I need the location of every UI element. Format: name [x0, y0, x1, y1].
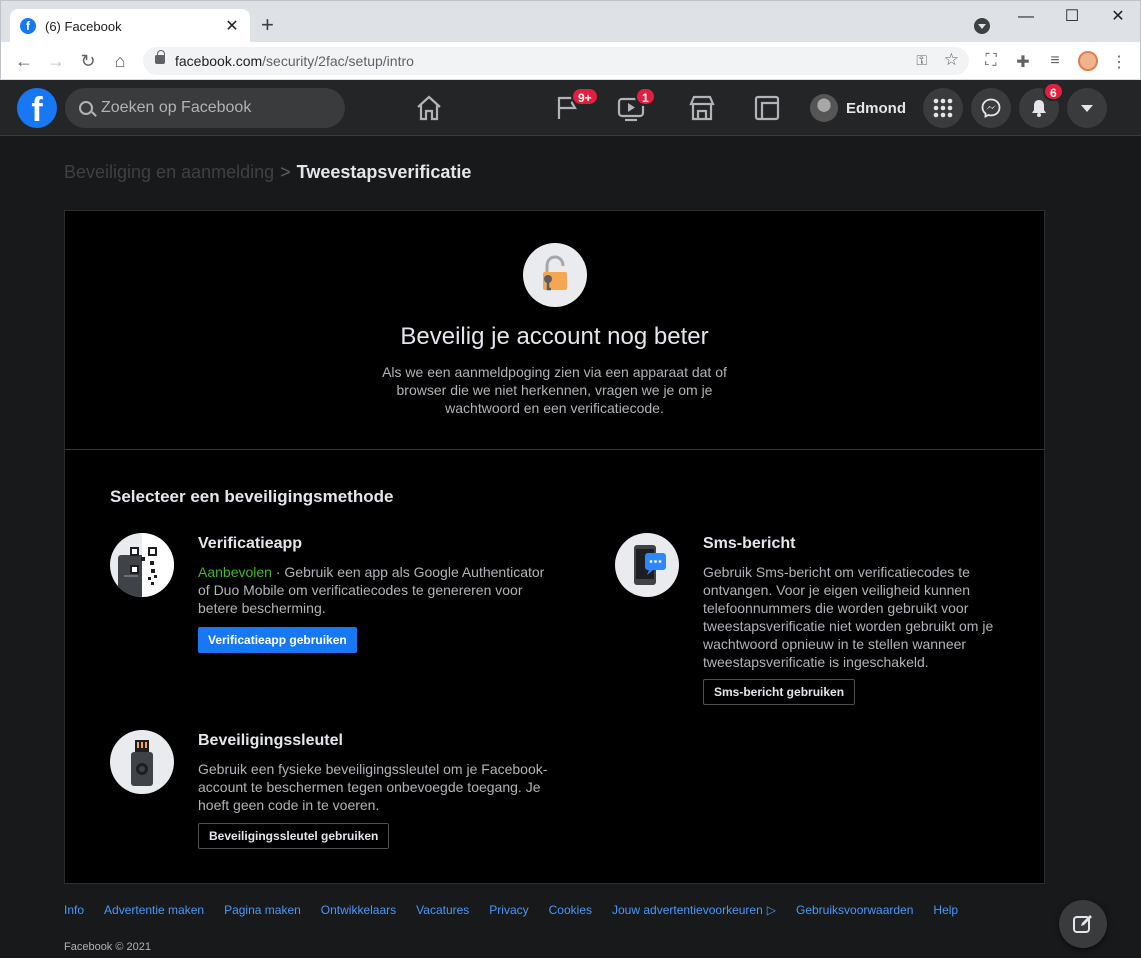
marketplace-icon[interactable]: [686, 92, 718, 124]
recommended-label: Aanbevolen: [198, 564, 272, 580]
two-factor-card: Beveilig je account nog beter Als we een…: [64, 210, 1045, 884]
footer-link-terms[interactable]: Gebruiksvoorwaarden: [796, 903, 913, 917]
tab-search-icon[interactable]: [974, 18, 990, 34]
footer-link-help[interactable]: Help: [933, 903, 958, 917]
menu-grid-button[interactable]: [923, 88, 963, 128]
user-name: Edmond: [846, 99, 906, 117]
extensions-icon[interactable]: ✚: [1013, 52, 1033, 72]
home-icon[interactable]: ⌂: [109, 50, 131, 72]
messenger-button[interactable]: [971, 88, 1011, 128]
footer-link-developers[interactable]: Ontwikkelaars: [321, 903, 396, 917]
breadcrumb-current: Tweestapsverificatie: [296, 162, 472, 182]
reading-list-icon[interactable]: ≡: [1045, 52, 1065, 70]
url-text[interactable]: facebook.com/security/2fac/setup/intro: [175, 53, 414, 69]
lock-icon[interactable]: [155, 50, 165, 64]
tab-title: (6) Facebook: [45, 18, 122, 34]
watch-badge: 1: [635, 87, 656, 106]
pages-badge: 9+: [571, 87, 599, 106]
browser-toolbar: ← → ↻ ⌂ facebook.com/security/2fac/setup…: [0, 42, 1141, 80]
breadcrumb: Beveiliging en aanmelding > Tweestapsverif…: [64, 162, 471, 183]
authenticator-app-description: Aanbevolen · Gebruik een app als Google …: [198, 564, 545, 616]
gaming-icon[interactable]: [751, 92, 783, 124]
ad-choices-icon[interactable]: ▷: [767, 903, 776, 917]
user-profile-chip[interactable]: Edmond: [810, 92, 906, 124]
footer-links: Info Advertentie maken Pagina maken Ontw…: [64, 903, 978, 917]
bell-icon: [1032, 100, 1046, 117]
user-avatar: [810, 94, 838, 122]
account-menu-button[interactable]: [1067, 88, 1107, 128]
copyright: Facebook © 2021: [64, 941, 151, 953]
screenshot-icon[interactable]: ⛶: [981, 52, 1001, 70]
address-bar[interactable]: facebook.com/security/2fac/setup/intro ⚿…: [143, 47, 969, 75]
method-authenticator-app: Verificatieapp Aanbevolen · Gebruik een …: [110, 533, 570, 653]
maximize-icon[interactable]: ☐: [1049, 7, 1095, 27]
hero-title: Beveilig je account nog beter: [400, 323, 709, 350]
breadcrumb-parent[interactable]: Beveiliging en aanmelding: [64, 162, 274, 182]
sms-title: Sms-bericht: [703, 535, 796, 552]
search-icon: [79, 101, 93, 115]
back-icon[interactable]: ←: [13, 50, 35, 72]
phone-message-icon: [615, 533, 679, 597]
footer-link-careers[interactable]: Vacatures: [416, 903, 469, 917]
new-tab-icon[interactable]: +: [261, 14, 274, 36]
divider: [65, 449, 1044, 450]
facebook-search[interactable]: [65, 88, 345, 128]
notifications-badge: 6: [1043, 82, 1064, 101]
window-close-icon[interactable]: ✕: [1095, 7, 1141, 27]
select-method-title: Selecteer een beveiligingsmethode: [110, 487, 394, 506]
key-icon[interactable]: ⚿: [916, 52, 927, 69]
method-security-key: Beveiligingssleutel Gebruik een fysieke …: [110, 730, 570, 850]
browser-tab[interactable]: f (6) Facebook ✕: [10, 9, 250, 43]
new-message-button[interactable]: [1059, 900, 1107, 948]
home-nav-icon[interactable]: [413, 92, 445, 124]
use-authenticator-app-button[interactable]: Verificatieapp gebruiken: [198, 627, 357, 653]
facebook-favicon-icon: f: [20, 18, 36, 34]
hero-description: Als we een aanmeldpoging zien via een ap…: [382, 364, 727, 416]
page-scrollbar[interactable]: [1128, 136, 1141, 958]
compose-icon: [1073, 915, 1092, 933]
facebook-logo-icon[interactable]: f: [17, 88, 57, 128]
use-sms-button[interactable]: Sms-bericht gebruiken: [703, 679, 856, 705]
tab-close-icon[interactable]: ✕: [224, 16, 240, 36]
security-key-description: Gebruik een fysieke beveiligingssleutel …: [198, 761, 548, 813]
use-security-key-button[interactable]: Beveiligingssleutel gebruiken: [198, 823, 390, 849]
usb-key-icon: [110, 730, 174, 794]
footer-link-create-ad[interactable]: Advertentie maken: [104, 903, 204, 917]
qr-phone-icon: [110, 533, 174, 597]
footer-link-privacy[interactable]: Privacy: [489, 903, 528, 917]
footer-link-info[interactable]: Info: [64, 903, 84, 917]
facebook-navbar: f 9+ 1 Edmond 6: [0, 80, 1141, 136]
reload-icon[interactable]: ↻: [77, 50, 99, 72]
footer-link-cookies[interactable]: Cookies: [549, 903, 592, 917]
security-key-title: Beveiligingssleutel: [198, 732, 343, 749]
padlock-key-icon: [523, 243, 587, 307]
grid-icon: [933, 98, 953, 118]
footer-link-create-page[interactable]: Pagina maken: [224, 903, 301, 917]
breadcrumb-separator: >: [280, 162, 291, 182]
profile-avatar[interactable]: [1078, 51, 1098, 71]
search-input[interactable]: [101, 99, 321, 117]
menu-icon[interactable]: ⋮: [1109, 52, 1129, 72]
footer-link-ad-choices[interactable]: Jouw advertentievoorkeuren: [612, 903, 763, 917]
caret-down-icon: [1081, 105, 1093, 112]
authenticator-app-title: Verificatieapp: [198, 535, 303, 552]
messenger-icon: [981, 98, 1001, 118]
forward-icon[interactable]: →: [45, 50, 67, 72]
sms-description: Gebruik Sms-bericht om verificatiecodes …: [703, 564, 994, 670]
browser-tab-bar: f (6) Facebook ✕ + — ☐ ✕: [0, 0, 1141, 43]
minimize-icon[interactable]: —: [1003, 7, 1049, 27]
bookmark-star-icon[interactable]: ☆: [944, 50, 959, 70]
method-sms: Sms-bericht Gebruik Sms-bericht om verif…: [615, 533, 1015, 713]
